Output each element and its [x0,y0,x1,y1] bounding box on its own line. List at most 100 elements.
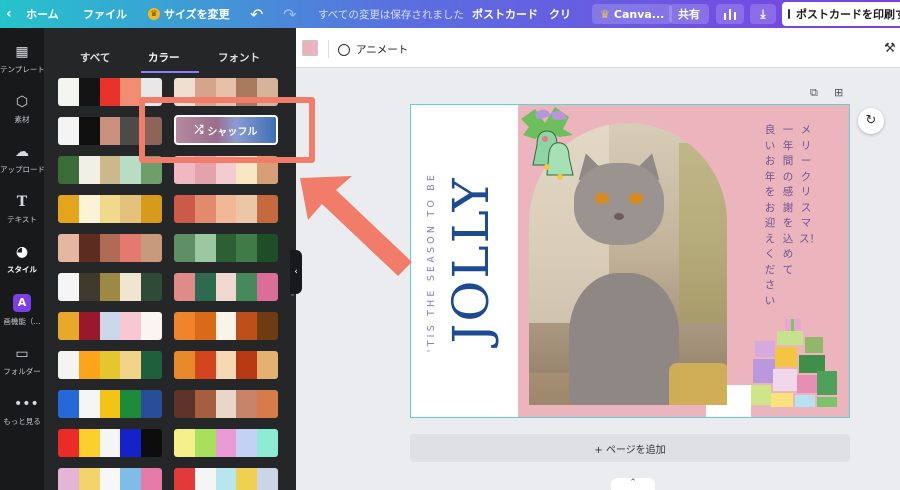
photo-plant [679,143,727,323]
palette-swatch [236,312,258,340]
add-page-button[interactable]: + ページを追加 [410,434,850,462]
folder-icon: ▭ [15,346,29,362]
save-status: すべての変更は保存されました [318,8,464,21]
rail-label: テンプレート [0,65,44,74]
bar-chart-icon[interactable] [716,4,744,24]
jp-text-column-2[interactable]: 一年間の感謝を込めて [781,123,795,278]
undo-icon[interactable]: ↶ [250,0,263,28]
document-title[interactable]: ポストカード クリ [472,0,571,28]
palette-swatch [257,390,278,418]
text-icon: T [16,194,28,210]
rail-label: スタイル [7,265,37,274]
crown-icon: ♛ [148,8,160,20]
palette-swatch [58,390,79,418]
rail-item-styles[interactable]: ◕ スタイル [0,244,44,275]
jp-text-column-1[interactable]: メリークリスマス！ [799,123,820,247]
print-postcard-button[interactable]: ポストカードを印刷す [782,2,900,26]
palette-swatch [257,195,278,223]
rail-item-apps[interactable]: A 画機能（... [0,294,44,327]
color-palette[interactable] [174,312,278,340]
chevron-up-icon[interactable]: ⌃ [611,478,655,490]
active-tab-indicator [141,71,199,73]
canva-pro-label: Canva... [613,7,665,21]
background-color-swatch[interactable] [302,40,318,56]
palette-swatch [194,273,216,301]
palette-swatch [120,195,142,223]
palette-swatch [236,234,258,262]
palette-swatch [215,390,237,418]
elements-icon: ⬡ [15,94,29,110]
color-palette[interactable] [58,273,162,301]
postcard-page[interactable]: 'TIS THE SEASON TO BE JOLLY メリークリスマス！ 一年… [410,104,850,418]
palette-swatch [99,312,121,340]
color-palette[interactable] [58,429,162,457]
palette-swatch [78,312,100,340]
collapse-panel-button[interactable]: ‹ [290,250,302,294]
palette-swatch [58,78,79,106]
season-text[interactable]: 'TIS THE SEASON TO BE [426,142,440,382]
animate-button[interactable]: アニメート [338,42,408,57]
color-palette[interactable] [174,468,278,490]
print-icon [788,9,790,19]
color-palette[interactable] [58,390,162,418]
palette-swatch [141,390,162,418]
file-menu[interactable]: ファイル [83,0,127,28]
home-button[interactable]: ホーム [26,0,59,28]
redo-icon[interactable]: ↷ [283,0,296,28]
tab-all[interactable]: すべて [80,50,110,65]
palette-swatch [194,468,216,490]
rail-item-folders[interactable]: ▭ フォルダー [0,346,44,377]
tab-colors[interactable]: カラー [148,50,180,65]
share-button[interactable]: 共有 [669,4,709,24]
color-palette[interactable] [174,390,278,418]
rail-item-more[interactable]: ••• もっと見る [0,396,44,427]
toolbar-divider [328,40,329,58]
resize-label: サイズを変更 [164,8,230,21]
palette-swatch [141,429,162,457]
color-palette[interactable] [174,195,278,223]
palette-swatch [120,234,142,262]
chevron-left-icon[interactable]: ‹ [6,0,12,28]
palette-swatch [58,312,79,340]
palette-swatch [58,468,79,490]
rail-item-uploads[interactable]: ☁ アップロード [0,144,44,175]
rail-item-elements[interactable]: ⬡ 素材 [0,94,44,125]
add-page-icon[interactable]: ⊞ [834,86,843,99]
color-palette[interactable] [174,351,278,379]
color-palette[interactable] [58,312,162,340]
rail-label: テキスト [7,215,37,224]
canva-pro-button[interactable]: ♛ Canva... [592,4,673,24]
animate-label: アニメート [356,44,409,56]
download-icon[interactable]: ⤓ [750,4,776,24]
cat-eye [629,193,643,204]
jp-text-column-3[interactable]: 良いお年をお迎えください [763,123,777,309]
palette-swatch [58,234,79,262]
palette-swatch [215,234,237,262]
color-palette[interactable] [58,468,162,490]
rail-item-text[interactable]: T テキスト [0,194,44,225]
rail-label: 画機能（... [3,317,41,326]
color-palette[interactable] [174,234,278,262]
palette-swatch [78,78,100,106]
paint-roller-icon[interactable]: ⚒ [884,41,896,56]
palette-swatch [257,234,278,262]
color-palette[interactable] [58,195,162,223]
palette-swatch [141,273,162,301]
color-palette[interactable] [174,273,278,301]
jolly-heading[interactable]: JOLLY [441,160,501,360]
duplicate-page-icon[interactable]: ⧉ [810,86,818,100]
color-palette[interactable] [58,234,162,262]
palette-swatch [236,429,258,457]
palette-swatch [141,351,162,379]
color-palette[interactable] [58,351,162,379]
cat-body [569,273,679,405]
style-tabs: すべて カラー フォント [44,28,296,73]
tab-fonts[interactable]: フォント [218,50,260,65]
palette-swatch [99,78,121,106]
rail-item-templates[interactable]: ▦ テンプレート [0,44,44,75]
palette-swatch [120,351,142,379]
palette-swatch [215,312,237,340]
color-palette[interactable] [174,429,278,457]
magic-refresh-icon[interactable]: ↻ [858,108,884,134]
resize-button[interactable]: ♛ サイズを変更 [148,0,230,28]
